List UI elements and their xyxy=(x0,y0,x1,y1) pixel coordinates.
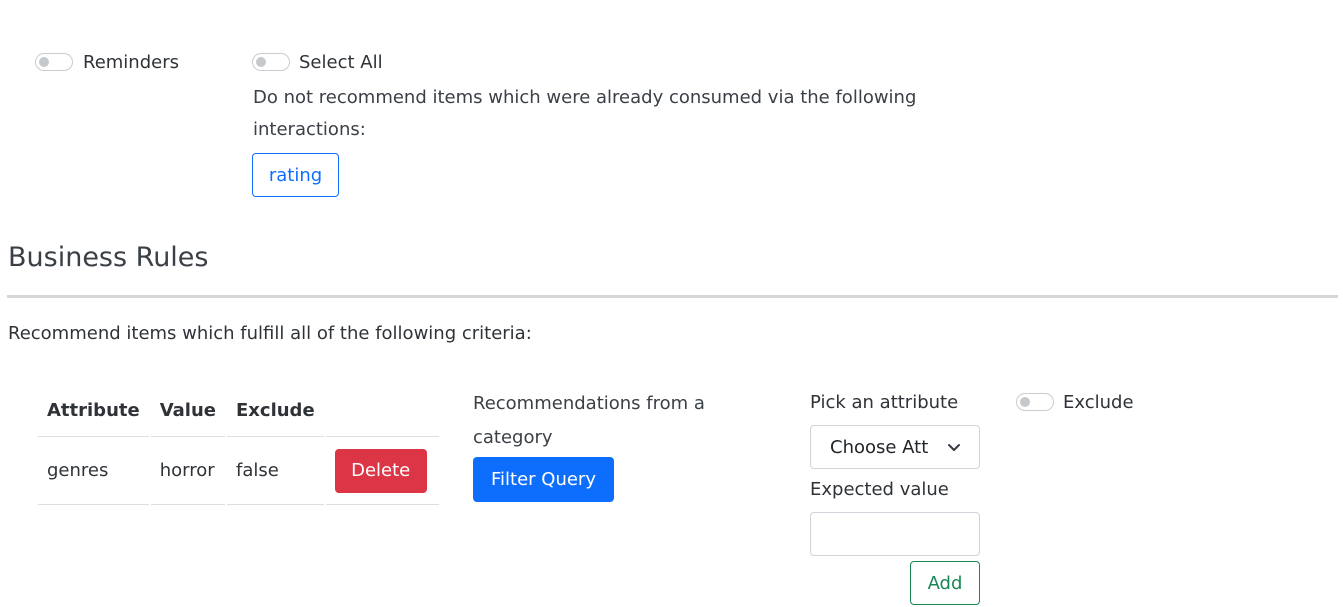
column-header-attribute: Attribute xyxy=(38,385,149,437)
section-divider xyxy=(7,295,1338,298)
category-label: Recommendations from a category xyxy=(473,393,705,448)
chevron-down-icon xyxy=(948,444,960,451)
exclude-toggle[interactable] xyxy=(1016,393,1054,411)
cell-actions: Delete xyxy=(325,437,439,505)
filter-query-button[interactable]: Filter Query xyxy=(473,457,614,502)
toggle-knob xyxy=(256,57,266,67)
reminders-label: Reminders xyxy=(83,52,179,73)
select-all-toggle[interactable] xyxy=(252,53,290,71)
cell-exclude: false xyxy=(227,437,324,505)
table-header-row: Attribute Value Exclude xyxy=(38,385,439,437)
toggle-knob xyxy=(1020,397,1030,407)
reminders-toggle[interactable] xyxy=(35,53,73,71)
column-header-value: Value xyxy=(150,385,225,437)
attribute-select[interactable]: Choose Att xyxy=(810,425,980,469)
cell-value: horror xyxy=(150,437,225,505)
section-title-business-rules: Business Rules xyxy=(8,242,209,273)
expected-value-label: Expected value xyxy=(810,479,949,500)
toggle-knob xyxy=(39,57,49,67)
column-header-actions xyxy=(325,385,439,437)
interaction-rating-button[interactable]: rating xyxy=(252,153,339,197)
consumed-interactions-description: Do not recommend items which were alread… xyxy=(253,87,917,140)
select-all-label: Select All xyxy=(299,52,383,73)
cell-attribute: genres xyxy=(38,437,149,505)
expected-value-input[interactable] xyxy=(810,512,980,556)
rules-table: Attribute Value Exclude genres horror fa… xyxy=(36,385,441,505)
column-header-exclude: Exclude xyxy=(227,385,324,437)
attribute-select-value: Choose Att xyxy=(830,436,929,458)
add-rule-button[interactable]: Add xyxy=(910,561,980,605)
pick-attribute-label: Pick an attribute xyxy=(810,392,959,413)
exclude-label: Exclude xyxy=(1063,392,1134,413)
criteria-description: Recommend items which fulfill all of the… xyxy=(8,323,532,344)
table-row: genres horror false Delete xyxy=(38,437,439,505)
delete-rule-button[interactable]: Delete xyxy=(334,448,427,493)
